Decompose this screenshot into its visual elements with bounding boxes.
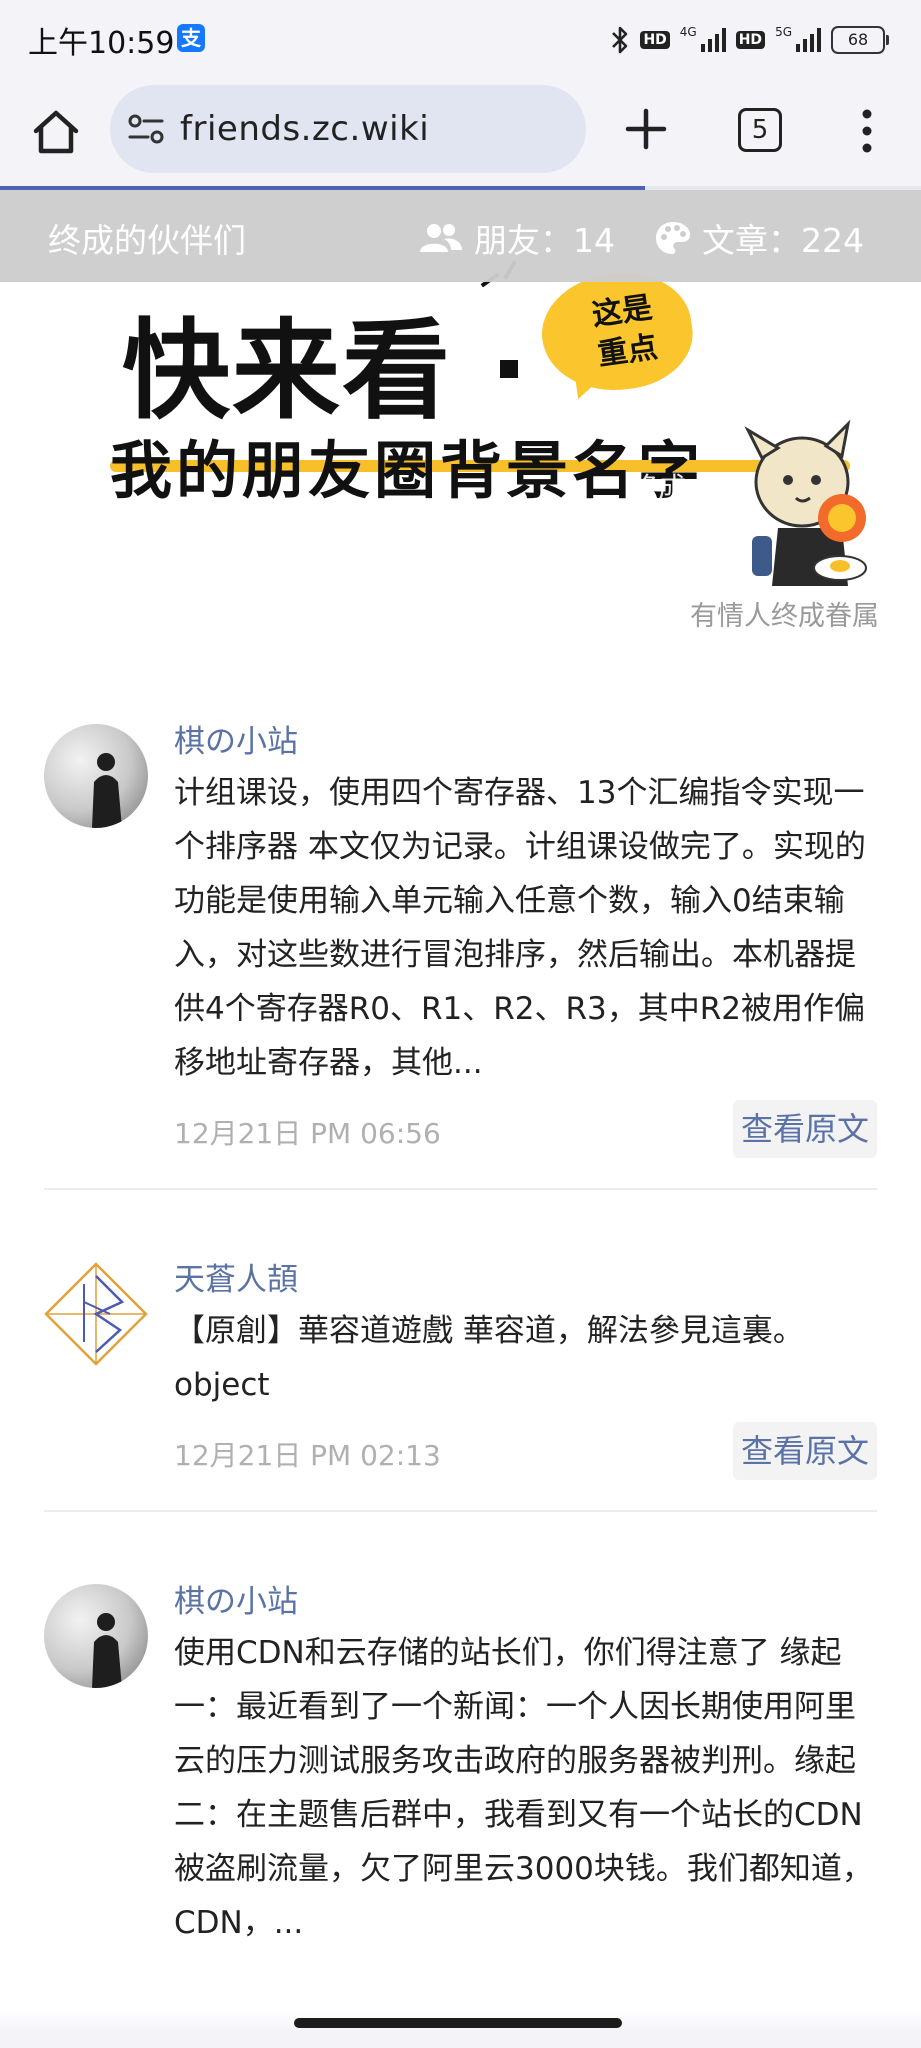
alipay-icon: 支	[177, 24, 205, 52]
banner-watermark: 终成	[630, 471, 687, 504]
banner-subline: 我的朋友圈背景名字	[110, 434, 705, 507]
feed-item: 棋の小站 使用CDN和云存储的站长们，你们得注意了 缘起一：最近看到了一个新闻：…	[44, 1580, 877, 1980]
misty-figure-avatar-image	[44, 724, 148, 828]
author-avatar[interactable]	[44, 1584, 148, 1688]
feed-item: 天蒼人頡 【原創】華容道遊戲 華容道，解法參見這裏。 object 12月21日…	[44, 1258, 877, 1512]
articles-count-label: 文章：224	[702, 221, 864, 260]
speech-bubble-text: 这是 重点	[565, 285, 685, 380]
site-settings-icon[interactable]	[126, 111, 166, 147]
more-menu-icon[interactable]	[855, 107, 879, 155]
battery-icon: 68	[831, 26, 889, 54]
status-bar: 上午10:59 支 HD 4G HD 5G 68	[0, 0, 921, 80]
view-original-button[interactable]: 查看原文	[732, 1422, 877, 1480]
address-bar[interactable]: friends.zc.wiki	[110, 85, 586, 173]
geometric-diamond-avatar-image	[44, 1262, 148, 1366]
mascot-illustration	[744, 419, 867, 586]
site-header: 终成的伙伴们 朋友：14 文章：224	[0, 190, 921, 282]
friends-feed: 棋の小站 计组课设，使用四个寄存器、13个汇编指令实现一个排序器 本文仅为记录。…	[0, 720, 921, 1980]
status-time: 上午10:59	[28, 26, 175, 61]
status-indicators: HD 4G HD 5G 68	[610, 20, 889, 60]
post-time: 12月21日 PM 06:56	[174, 1117, 441, 1150]
feed-item: 棋の小站 计组课设，使用四个寄存器、13个汇编指令实现一个排序器 本文仅为记录。…	[44, 720, 877, 1190]
bubble-line-2: 重点	[595, 329, 660, 373]
signal-icon-2	[796, 28, 821, 52]
url-text: friends.zc.wiki	[180, 109, 430, 149]
post-time: 12月21日 PM 02:13	[174, 1439, 441, 1472]
author-avatar[interactable]	[44, 724, 148, 828]
banner-headline: 快来看	[122, 309, 453, 434]
author-name-link[interactable]: 棋の小站	[174, 720, 877, 764]
browser-toolbar: friends.zc.wiki 5	[0, 80, 921, 188]
friends-count-label: 朋友：14	[474, 221, 615, 260]
new-tab-icon[interactable]	[625, 108, 667, 150]
home-icon[interactable]	[28, 104, 84, 160]
hd-badge: HD	[640, 31, 670, 49]
articles-count: 文章：224	[654, 214, 864, 262]
view-original-button[interactable]: 查看原文	[732, 1100, 877, 1158]
bubble-line-1: 这是	[590, 290, 655, 334]
author-avatar[interactable]	[44, 1262, 148, 1366]
friends-count: 朋友：14	[418, 214, 615, 262]
bluetooth-icon	[612, 26, 628, 54]
author-name-link[interactable]: 棋の小站	[174, 1580, 877, 1624]
banner-dot	[500, 360, 518, 378]
nav-bar-area	[0, 2010, 921, 2048]
gesture-navigation-bar[interactable]	[294, 2018, 622, 2028]
users-icon	[420, 224, 462, 252]
hd-badge-2: HD	[735, 31, 766, 49]
palette-icon	[656, 222, 690, 254]
misty-figure-avatar-image	[44, 1584, 148, 1688]
site-title[interactable]: 终成的伙伴们	[48, 214, 246, 262]
author-name-link[interactable]: 天蒼人頡	[174, 1258, 877, 1302]
banner-slogan: 有情人终成眷属	[690, 601, 879, 632]
post-excerpt[interactable]: 使用CDN和云存储的站长们，你们得注意了 缘起一：最近看到了一个新闻：一个人因长…	[174, 1626, 877, 1950]
banner-image: 快来看 这是 重点 我的朋友圈背景名字 终成	[110, 260, 870, 590]
post-excerpt[interactable]: 计组课设，使用四个寄存器、13个汇编指令实现一个排序器 本文仅为记录。计组课设做…	[174, 766, 877, 1090]
signal-icon	[700, 28, 726, 52]
tab-switcher-button[interactable]: 5	[738, 108, 782, 152]
network-type-2: 5G	[775, 25, 792, 39]
post-excerpt[interactable]: 【原創】華容道遊戲 華容道，解法參見這裏。 object	[174, 1304, 877, 1412]
network-type-1: 4G	[679, 25, 697, 39]
